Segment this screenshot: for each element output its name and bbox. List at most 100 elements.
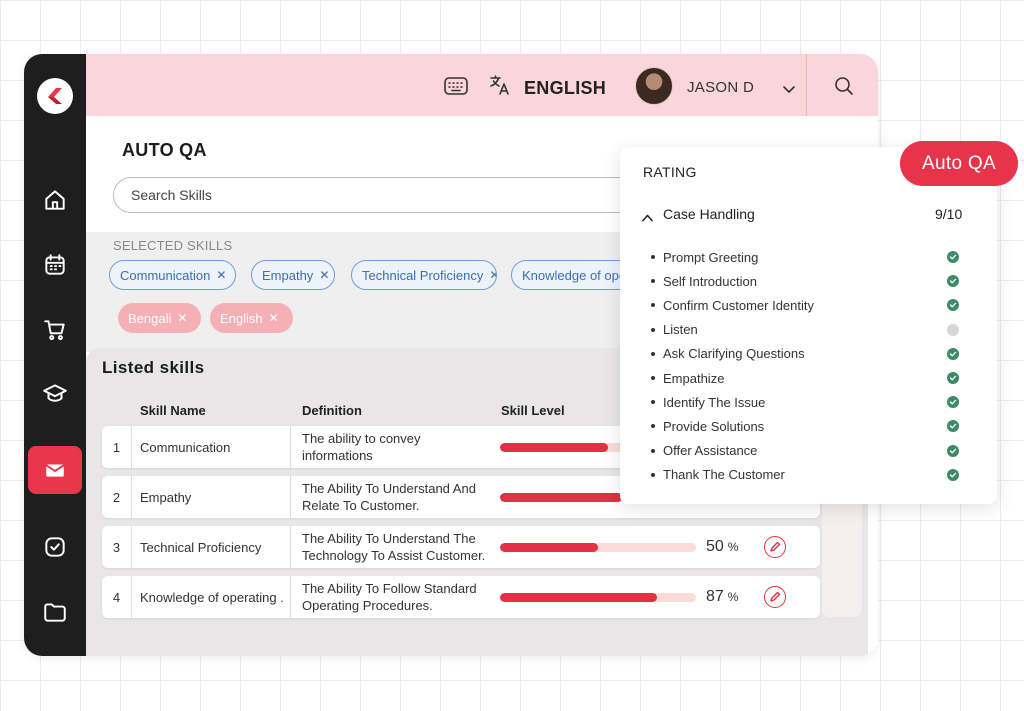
partial-side-card <box>822 487 862 617</box>
topbar-divider <box>806 54 807 116</box>
language-chip-english[interactable]: English ✕ <box>210 303 293 333</box>
folder-icon <box>44 603 66 622</box>
rating-category[interactable]: Case Handling <box>663 206 755 222</box>
check-icon <box>947 299 959 312</box>
rating-score: 9/10 <box>935 206 963 222</box>
edit-icon[interactable] <box>764 586 786 608</box>
bullet-icon <box>651 400 655 405</box>
close-icon[interactable]: ✕ <box>177 311 187 325</box>
skill-chip-empathy[interactable]: Empathy ✕ <box>251 260 335 290</box>
skill-definition: The Ability To Understand And Relate To … <box>290 476 486 518</box>
percent-symbol: % <box>727 540 739 554</box>
listed-skills-title: Listed skills <box>102 358 205 377</box>
checkbox-icon <box>45 537 65 557</box>
criteria-item: Empathize <box>651 366 971 390</box>
row-number: 2 <box>102 476 132 518</box>
check-icon <box>947 420 959 433</box>
criteria-item: Self Introduction <box>651 269 971 293</box>
pending-icon <box>947 323 959 336</box>
skill-level-fill <box>500 593 657 602</box>
chip-label: Knowledge of ope <box>522 267 627 283</box>
check-icon <box>947 396 959 409</box>
check-icon <box>947 468 959 481</box>
criteria-label: Ask Clarifying Questions <box>663 346 805 362</box>
skill-chip-technical-proficiency[interactable]: Technical Proficiency ✕ <box>351 260 497 290</box>
bullet-icon <box>651 279 655 284</box>
language-label[interactable]: ENGLISH <box>524 78 606 99</box>
chip-label: Empathy <box>262 267 314 283</box>
percent-value: 87 <box>706 588 724 605</box>
check-icon <box>947 251 959 263</box>
keyboard-icon[interactable] <box>444 77 468 100</box>
auto-qa-badge[interactable]: Auto QA <box>900 141 1018 186</box>
check-icon <box>947 371 959 384</box>
check-icon <box>947 275 959 288</box>
translate-icon[interactable] <box>489 74 511 101</box>
avatar[interactable] <box>635 67 673 105</box>
edit-icon[interactable] <box>764 536 786 558</box>
chip-label: Technical Proficiency <box>362 267 484 283</box>
nav-mail[interactable] <box>28 446 82 494</box>
criteria-item: Prompt Greeting <box>651 245 971 269</box>
skill-name: Communication <box>140 439 231 455</box>
skill-percent: 50% <box>706 538 738 556</box>
close-icon[interactable]: ✕ <box>269 311 279 325</box>
bullet-icon <box>651 351 655 356</box>
chevron-down-icon[interactable] <box>783 81 795 99</box>
skill-definition: The ability to convey informations <box>290 426 486 468</box>
nav-calendar[interactable] <box>28 241 82 289</box>
check-icon <box>947 347 959 360</box>
criteria-item: Offer Assistance <box>651 439 971 463</box>
bullet-icon <box>651 255 655 260</box>
bullet-icon <box>651 424 655 429</box>
table-row[interactable]: 3 Technical Proficiency The Ability To U… <box>102 526 820 568</box>
check-icon <box>947 444 959 457</box>
bullet-icon <box>651 472 655 477</box>
skill-definition: The Ability To Follow Standard Operating… <box>290 576 486 618</box>
search-input[interactable]: Search Skills <box>113 177 673 213</box>
table-row[interactable]: 4 Knowledge of operating .... The Abilit… <box>102 576 820 618</box>
close-icon[interactable]: ✕ <box>216 268 226 282</box>
search-icon[interactable] <box>834 76 854 101</box>
nav-files[interactable] <box>28 588 82 636</box>
close-icon[interactable]: ✕ <box>489 268 496 282</box>
criteria-label: Identify The Issue <box>663 394 766 410</box>
chip-label: Communication <box>120 267 211 283</box>
criteria-item: Ask Clarifying Questions <box>651 342 971 366</box>
row-number: 1 <box>102 426 132 468</box>
rating-popup: RATING Case Handling 9/10 Prompt Greetin… <box>620 147 997 504</box>
criteria-label: Confirm Customer Identity <box>663 297 814 313</box>
bullet-icon <box>651 327 655 332</box>
app-logo[interactable] <box>37 78 73 114</box>
column-header-skill-level: Skill Level <box>501 403 565 418</box>
skill-level-fill <box>500 543 598 552</box>
skill-definition: The Ability To Understand The Technology… <box>290 526 486 568</box>
home-icon <box>45 190 65 210</box>
nav-courses[interactable] <box>28 370 82 418</box>
bullet-icon <box>651 376 655 381</box>
criteria-item: Identify The Issue <box>651 390 971 414</box>
skill-chip-communication[interactable]: Communication ✕ <box>109 260 236 290</box>
sidebar <box>24 54 86 656</box>
nav-cart[interactable] <box>28 306 82 354</box>
skill-name: Knowledge of operating .... <box>140 589 284 605</box>
criteria-item: Confirm Customer Identity <box>651 293 971 317</box>
calendar-icon <box>45 254 65 275</box>
chip-label: English <box>220 310 263 326</box>
nav-home[interactable] <box>28 176 82 224</box>
language-chip-bengali[interactable]: Bengali ✕ <box>118 303 201 333</box>
criteria-item: Listen <box>651 318 971 342</box>
user-name[interactable]: JASON D <box>687 79 754 96</box>
skill-level-fill <box>500 443 608 452</box>
row-number: 4 <box>102 576 132 618</box>
chevron-up-icon[interactable] <box>642 209 653 227</box>
skill-percent: 87% <box>706 588 738 606</box>
close-icon[interactable]: ✕ <box>319 268 329 282</box>
top-bar: ENGLISH JASON D <box>86 54 878 116</box>
nav-tasks[interactable] <box>28 523 82 571</box>
column-header-definition: Definition <box>302 403 362 418</box>
percent-symbol: % <box>727 590 739 604</box>
graduation-cap-icon <box>43 384 67 402</box>
rating-title: RATING <box>643 164 697 180</box>
criteria-list: Prompt Greeting Self Introduction Confirm … <box>651 245 971 487</box>
